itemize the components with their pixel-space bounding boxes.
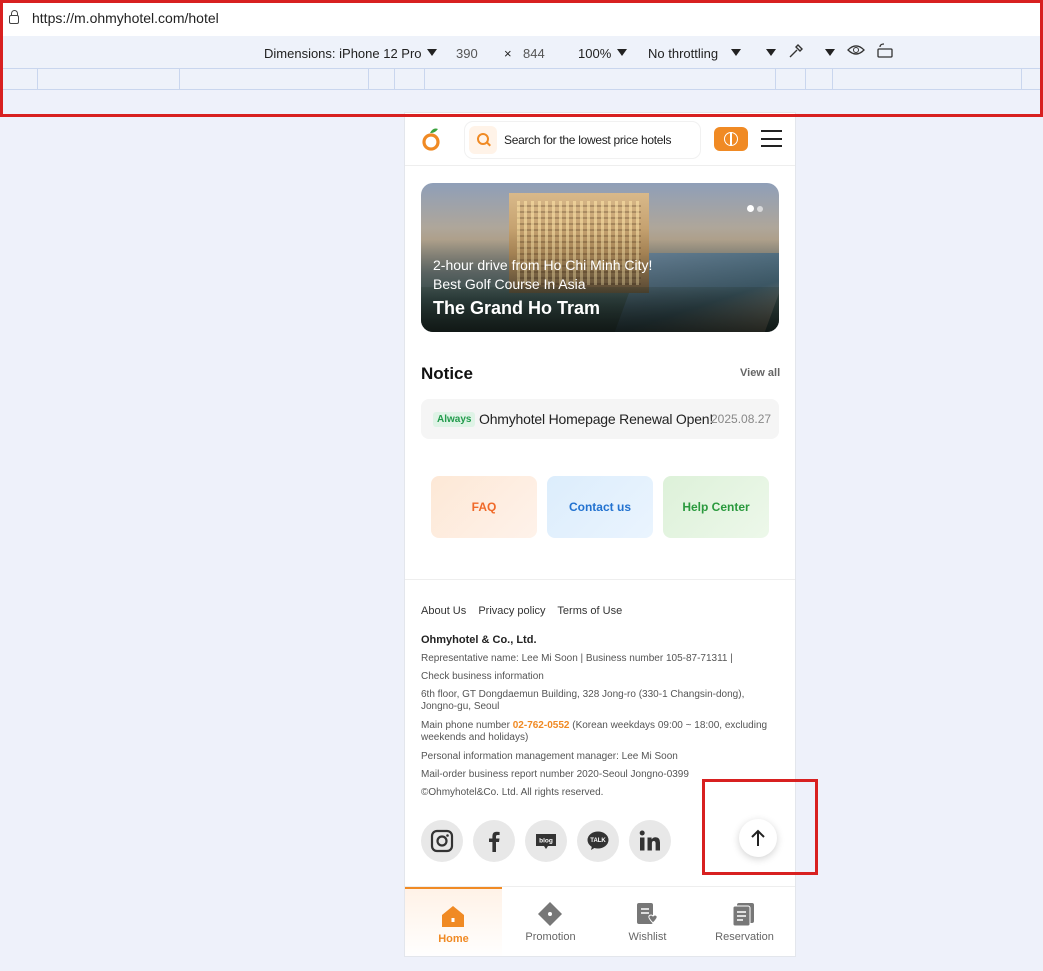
scroll-to-top-button[interactable] [739,819,777,857]
eyedropper-icon[interactable] [788,43,804,62]
language-button[interactable] [714,127,748,151]
svg-text:blog: blog [539,838,553,845]
width-input[interactable]: 390 [456,46,478,61]
nav-wishlist[interactable]: Wishlist [599,887,696,956]
nav-promotion[interactable]: Promotion [502,887,599,956]
footer-links: About Us Privacy policy Terms of Use [421,605,631,617]
banner-title: The Grand Ho Tram [433,298,601,318]
chevron-down-icon[interactable] [766,49,776,56]
company-name: Ohmyhotel & Co., Ltd. [421,634,537,646]
arrow-up-icon [751,829,765,846]
reservation-icon [732,903,754,927]
url-text[interactable]: https://m.ohmyhotel.com/hotel [32,10,219,26]
search-bar[interactable]: Search for the lowest price hotels [465,122,700,158]
kakaotalk-icon[interactable]: TALK [577,820,619,862]
copyright-text: ©Ohmyhotel&Co. Ltd. All rights reserved. [421,787,604,798]
facebook-icon[interactable] [473,820,515,862]
times-label: × [504,46,512,61]
privacy-manager-text: Personal information management manager:… [421,751,678,762]
address-text: 6th floor, GT Dongdaemun Building, 328 J… [421,689,745,712]
zoom-dropdown[interactable]: 100% [578,46,611,61]
search-placeholder: Search for the lowest price hotels [504,133,672,147]
notice-date: 2025.08.27 [711,412,772,426]
dimensions-dropdown[interactable]: Dimensions: iPhone 12 Pro [264,46,422,61]
device-toolbar: Dimensions: iPhone 12 Pro 390 × 844 100%… [0,36,1043,68]
hero-banner[interactable]: 2-hour drive from Ho Chi Minh City! Best… [421,183,779,332]
notice-heading: Notice [421,364,473,383]
terms-of-use-link[interactable]: Terms of Use [557,605,622,617]
notice-tag: Always [433,412,476,427]
hamburger-menu-icon[interactable] [761,130,782,147]
instagram-icon[interactable] [421,820,463,862]
notice-title[interactable]: Ohmyhotel Homepage Renewal Open! [479,411,713,427]
search-icon[interactable] [469,126,497,154]
media-query-ruler [0,68,1043,90]
nav-home[interactable]: Home [405,887,502,956]
help-center-button[interactable]: Help Center [663,476,769,538]
vision-icon[interactable] [847,44,865,59]
chevron-down-icon[interactable] [427,49,437,56]
carousel-dots[interactable] [744,199,763,217]
chevron-down-icon[interactable] [731,49,741,56]
svg-text:TALK: TALK [590,838,606,844]
notice-item[interactable]: Always Ohmyhotel Homepage Renewal Open! … [421,399,779,439]
banner-subtitle: 2-hour drive from Ho Chi Minh City! Best… [433,257,653,292]
chevron-down-icon[interactable] [825,49,835,56]
privacy-policy-link[interactable]: Privacy policy [478,605,545,617]
about-us-link[interactable]: About Us [421,605,466,617]
lock-icon [9,10,19,24]
wishlist-icon [637,903,658,924]
throttling-dropdown[interactable]: No throttling [648,46,718,61]
nav-reservation[interactable]: Reservation [696,887,793,956]
representative-info: Representative name: Lee Mi Soon | Busin… [421,653,733,664]
main-phone-info: Main phone number 02-762-0552 (Korean we… [421,720,768,743]
ticket-icon [538,902,562,926]
mail-order-text: Mail-order business report number 2020-S… [421,769,689,780]
mobile-viewport: Search for the lowest price hotels 2-hou… [404,112,796,957]
view-all-link[interactable]: View all [740,367,780,379]
faq-button[interactable]: FAQ [431,476,537,538]
chevron-down-icon[interactable] [617,49,627,56]
home-icon [442,906,464,927]
phone-number-link[interactable]: 02-762-0552 [513,720,570,731]
footer-divider [405,579,795,580]
rotate-icon[interactable] [876,43,894,62]
contact-us-button[interactable]: Contact us [547,476,653,538]
height-input[interactable]: 844 [523,46,545,61]
check-business-link[interactable]: Check business information [421,671,781,683]
linkedin-icon[interactable] [629,820,671,862]
blog-icon[interactable]: blog [525,820,567,862]
address-bar[interactable]: https://m.ohmyhotel.com/hotel [0,0,1043,36]
orange-logo-icon[interactable] [421,127,441,151]
bottom-navigation: Home Promotion Wishlist Reservation [405,886,795,956]
site-header: Search for the lowest price hotels [405,113,795,166]
